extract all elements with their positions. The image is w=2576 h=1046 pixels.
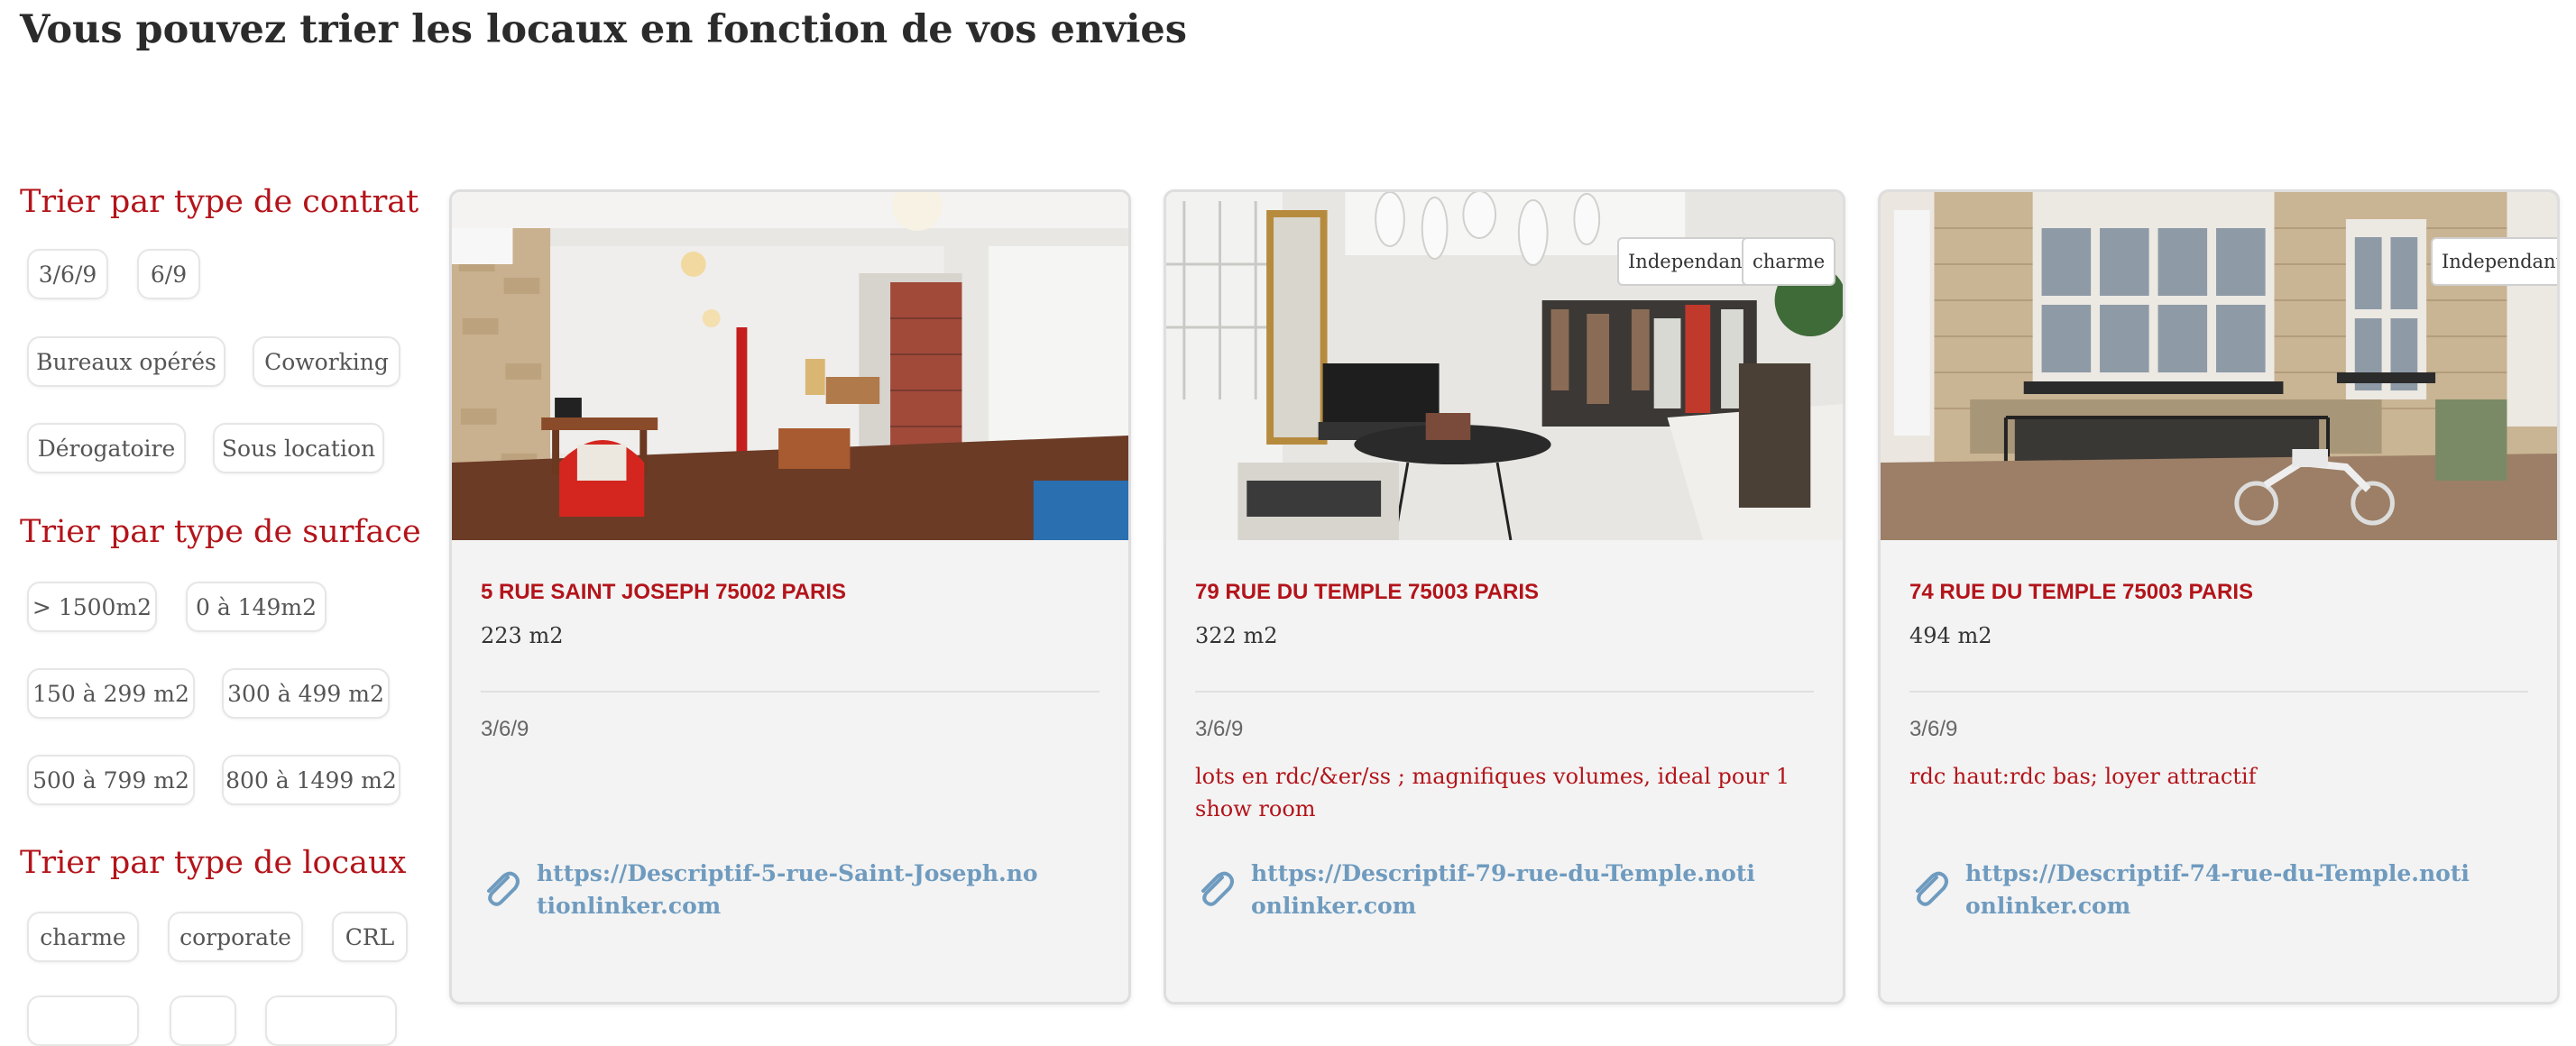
chip-surface-over-1500[interactable]: > 1500m2	[27, 582, 157, 632]
listing-card-74-rue-du-temple[interactable]: Independant 74 RUE DU TEMPLE 75003 PARIS…	[1878, 189, 2560, 1005]
paperclip-icon	[1201, 871, 1234, 906]
listing-description: lots en rdc/&er/ss ; magnifiques volumes…	[1195, 764, 1790, 821]
listing-attachment[interactable]: https://Descriptif-79-rue-du-Temple.noti…	[1195, 858, 1790, 930]
listing-link[interactable]: https://Descriptif-79-rue-du-Temple.noti…	[1251, 858, 1756, 922]
card-divider	[481, 691, 1099, 693]
listing-attachment[interactable]: https://Descriptif-74-rue-du-Temple.noti…	[1909, 858, 2505, 930]
chip-surface-800-1499[interactable]: 800 à 1499 m2	[222, 755, 400, 805]
contract-filter-heading: Trier par type de contrat	[20, 184, 419, 220]
locaux-filter-heading: Trier par type de locaux	[20, 845, 407, 881]
chip-locaux-more-3[interactable]	[265, 996, 397, 1046]
card-divider	[1909, 691, 2528, 693]
listing-attachment[interactable]: https://Descriptif-5-rue-Saint-Joseph.no…	[481, 858, 1076, 930]
chip-surface-0-149[interactable]: 0 à 149m2	[186, 582, 327, 632]
chip-surface-300-499[interactable]: 300 à 499 m2	[222, 668, 390, 719]
chip-locaux-more-1[interactable]	[27, 996, 139, 1046]
chip-contract-bureaux-operes[interactable]: Bureaux opérés	[27, 336, 225, 387]
chip-contract-sous-location[interactable]: Sous location	[213, 423, 384, 473]
listing-card-79-rue-du-temple[interactable]: Independant charme 79 RUE DU TEMPLE 7500…	[1164, 189, 1845, 1005]
card-divider	[1195, 691, 1814, 693]
chip-contract-coworking[interactable]: Coworking	[253, 336, 400, 387]
listing-link[interactable]: https://Descriptif-74-rue-du-Temple.noti…	[1965, 858, 2470, 922]
listing-surface: 322 m2	[1195, 623, 1278, 648]
listing-surface: 494 m2	[1909, 623, 1992, 648]
tag-independant: Independant	[1617, 237, 1762, 286]
paperclip-icon	[1916, 871, 1948, 906]
chip-locaux-more-2[interactable]	[170, 996, 236, 1046]
listing-address[interactable]: 5 RUE SAINT JOSEPH 75002 PARIS	[481, 580, 846, 605]
chip-contract-69[interactable]: 6/9	[137, 249, 200, 299]
chip-contract-369[interactable]: 3/6/9	[27, 249, 108, 299]
office-interior-photo[interactable]	[452, 192, 1128, 540]
listing-description: rdc haut:rdc bas; loyer attractif	[1909, 764, 2257, 789]
listing-contract: 3/6/9	[1195, 717, 1244, 741]
chip-locaux-crl[interactable]: CRL	[332, 912, 408, 962]
tag-independant: Independant	[2431, 237, 2557, 286]
chip-surface-150-299[interactable]: 150 à 299 m2	[27, 668, 195, 719]
paperclip-icon	[487, 871, 520, 906]
listing-address[interactable]: 74 RUE DU TEMPLE 75003 PARIS	[1909, 580, 2253, 605]
listing-contract: 3/6/9	[1909, 717, 1958, 741]
listing-surface: 223 m2	[481, 623, 564, 648]
chip-locaux-charme[interactable]: charme	[27, 912, 139, 962]
chip-locaux-corporate[interactable]: corporate	[168, 912, 303, 962]
listing-card-5-rue-saint-joseph[interactable]: 5 RUE SAINT JOSEPH 75002 PARIS 223 m2 3/…	[449, 189, 1131, 1005]
chip-contract-derogatoire[interactable]: Dérogatoire	[27, 423, 186, 473]
tag-charme: charme	[1742, 237, 1836, 286]
filters-panel: Trier par type de contrat 3/6/9 6/9 Bure…	[0, 0, 433, 1046]
listing-contract: 3/6/9	[481, 717, 529, 741]
listing-link[interactable]: https://Descriptif-5-rue-Saint-Joseph.no…	[537, 858, 1042, 922]
listing-address[interactable]: 79 RUE DU TEMPLE 75003 PARIS	[1195, 580, 1539, 605]
surface-filter-heading: Trier par type de surface	[20, 514, 421, 550]
chip-surface-500-799[interactable]: 500 à 799 m2	[27, 755, 195, 805]
